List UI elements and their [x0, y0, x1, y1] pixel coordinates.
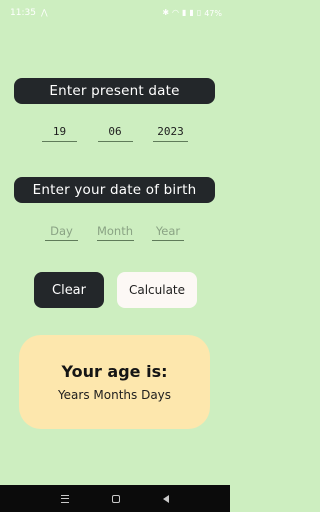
result-card: Your age is: Years Months Days	[19, 335, 210, 429]
calculate-button[interactable]: Calculate	[117, 272, 197, 308]
back-icon[interactable]	[162, 494, 169, 503]
result-value: Years Months Days	[57, 388, 172, 402]
recent-apps-icon[interactable]	[61, 494, 70, 503]
clear-button[interactable]: Clear	[34, 272, 104, 308]
signal-icon: ▮	[182, 8, 187, 17]
birth-month-input[interactable]: Month	[96, 221, 134, 241]
birth-date-fields: Day Month Year	[45, 221, 184, 241]
status-time: 11:35	[10, 8, 36, 18]
battery-icon: ▯	[196, 8, 202, 17]
present-month-input[interactable]: 06	[97, 122, 133, 142]
present-date-fields: 19 06 2023	[42, 122, 188, 142]
birth-date-label: Enter your date of birth	[14, 177, 215, 203]
status-bar: 11:35 ⋀ ✱ ◠ ▮ ▮ ▯ 47%	[0, 0, 230, 26]
present-year-input[interactable]: 2023	[153, 122, 188, 142]
home-icon[interactable]	[111, 494, 120, 503]
signal-icon-2: ▮	[189, 8, 194, 17]
battery-percent: 47%	[204, 8, 222, 18]
birth-year-input[interactable]: Year	[152, 221, 184, 241]
bluetooth-icon: ✱	[162, 8, 170, 17]
status-right: ✱ ◠ ▮ ▮ ▯ 47%	[162, 9, 222, 18]
status-left: 11:35 ⋀	[10, 8, 48, 18]
present-day-input[interactable]: 19	[42, 122, 77, 142]
present-date-label: Enter present date	[14, 78, 215, 104]
navigation-bar	[0, 485, 230, 512]
birth-day-input[interactable]: Day	[45, 221, 78, 241]
wifi-icon: ◠	[172, 8, 179, 17]
notification-icon: ⋀	[40, 8, 48, 17]
result-title: Your age is:	[61, 362, 168, 381]
